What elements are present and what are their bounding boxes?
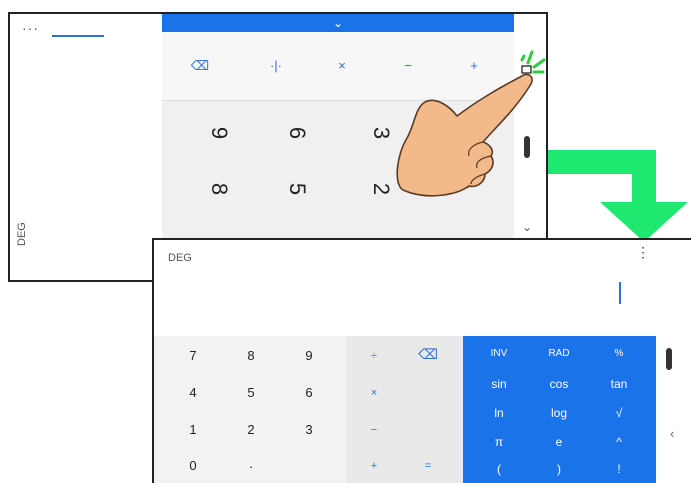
keypad: 7 8 9 4 5 6 1 2 3 0 . ÷ ⌫ × − + = INV RA… bbox=[154, 336, 691, 483]
digit-key[interactable]: 8 bbox=[206, 174, 232, 204]
sin-button[interactable]: sin bbox=[470, 377, 528, 391]
minus-button[interactable]: − bbox=[354, 424, 394, 436]
digit-key[interactable]: 5 bbox=[222, 385, 280, 400]
digit-key[interactable]: 9 bbox=[206, 118, 232, 148]
pi-button[interactable]: π bbox=[470, 435, 528, 449]
expand-handle[interactable]: ⌄ bbox=[162, 14, 514, 32]
multiply-button[interactable]: × bbox=[354, 387, 394, 399]
digit-key[interactable]: 7 bbox=[164, 348, 222, 363]
tan-button[interactable]: tan bbox=[590, 377, 648, 391]
plus-button[interactable]: + bbox=[354, 460, 394, 472]
input-cursor bbox=[52, 35, 104, 37]
decimal-split-button[interactable]: ·|· bbox=[256, 32, 296, 100]
divide-button[interactable]: ÷ bbox=[354, 350, 394, 362]
e-button[interactable]: e bbox=[530, 435, 588, 449]
scroll-handle[interactable] bbox=[666, 348, 672, 370]
digit-key[interactable]: 1 bbox=[164, 422, 222, 437]
digit-key[interactable]: 0 bbox=[164, 458, 222, 473]
transition-arrow-icon bbox=[548, 150, 688, 242]
digit-key[interactable]: 6 bbox=[280, 385, 338, 400]
landscape-calculator-screen: DEG ⋮ 7 8 9 4 5 6 1 2 3 0 . ÷ ⌫ × − + = … bbox=[152, 238, 691, 483]
digit-key[interactable]: 3 bbox=[280, 422, 338, 437]
chevron-down-icon: ⌄ bbox=[332, 16, 344, 30]
percent-button[interactable]: % bbox=[590, 348, 648, 359]
digit-key[interactable]: 5 bbox=[284, 174, 310, 204]
power-button[interactable]: ^ bbox=[590, 435, 648, 449]
digit-key[interactable]: 4 bbox=[164, 385, 222, 400]
input-cursor bbox=[619, 282, 621, 304]
more-options-icon[interactable]: ⋮ bbox=[636, 245, 650, 259]
digit-key[interactable]: 9 bbox=[280, 348, 338, 363]
side-strip: ‹ bbox=[656, 336, 691, 483]
backspace-button[interactable]: ⌫ bbox=[408, 346, 448, 363]
open-paren-button[interactable]: ( bbox=[470, 462, 528, 476]
cos-button[interactable]: cos bbox=[530, 377, 588, 391]
numeric-pad: 7 8 9 4 5 6 1 2 3 0 . bbox=[154, 336, 346, 483]
backspace-button[interactable]: ⌫ bbox=[180, 32, 220, 100]
pointing-hand-icon bbox=[396, 73, 533, 197]
digit-key[interactable]: 2 bbox=[222, 422, 280, 437]
multiply-button[interactable]: × bbox=[322, 32, 362, 100]
chevron-down-icon[interactable]: ⌄ bbox=[522, 220, 532, 234]
sqrt-button[interactable]: √ bbox=[590, 406, 648, 420]
inv-button[interactable]: INV bbox=[470, 348, 528, 359]
scientific-pad: INV RAD % sin cos tan ln log √ π e ^ ( )… bbox=[463, 336, 656, 483]
rad-button[interactable]: RAD bbox=[530, 348, 588, 359]
operator-pad: ÷ ⌫ × − + = bbox=[346, 336, 463, 483]
digit-key[interactable]: 8 bbox=[222, 348, 280, 363]
decimal-key[interactable]: . bbox=[222, 456, 280, 471]
digit-key[interactable]: 6 bbox=[284, 118, 310, 148]
more-options-icon[interactable]: ··· bbox=[22, 21, 39, 35]
angle-mode-label: DEG bbox=[168, 252, 192, 264]
chevron-left-icon[interactable]: ‹ bbox=[670, 426, 674, 441]
close-paren-button[interactable]: ) bbox=[530, 462, 588, 476]
angle-mode-label: DEG bbox=[16, 222, 28, 246]
equals-button[interactable]: = bbox=[408, 460, 448, 472]
log-button[interactable]: log bbox=[530, 406, 588, 420]
factorial-button[interactable]: ! bbox=[590, 462, 648, 476]
display-panel: ··· DEG bbox=[10, 14, 162, 280]
ln-button[interactable]: ln bbox=[470, 406, 528, 420]
